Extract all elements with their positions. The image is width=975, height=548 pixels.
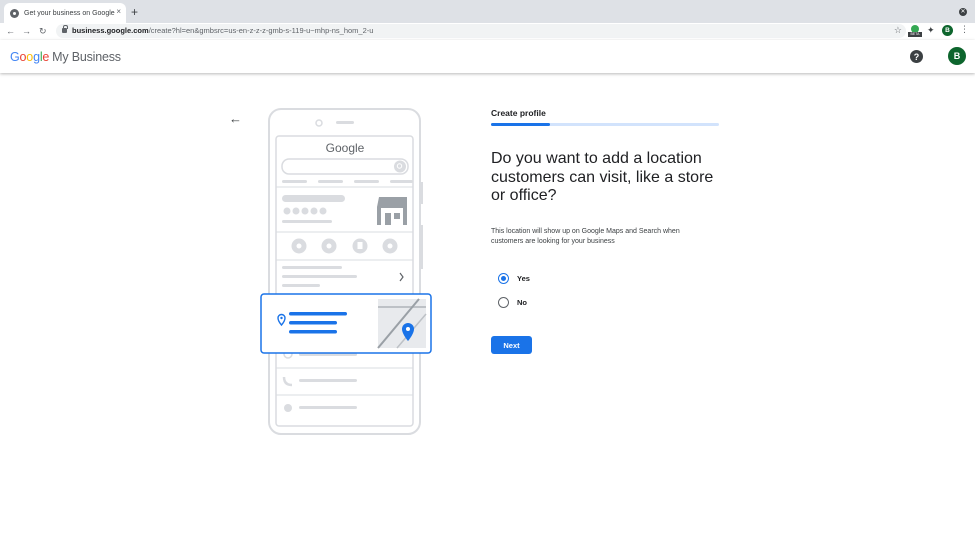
radio-button-yes[interactable]: [498, 273, 509, 284]
progress-bar: [491, 123, 719, 126]
star-icon[interactable]: ☆: [894, 25, 902, 36]
description-text: This location will show up on Google Map…: [491, 228, 680, 245]
close-icon: ✕: [960, 9, 966, 15]
help-icon[interactable]: ?: [910, 50, 923, 63]
tab-close-icon[interactable]: ×: [116, 7, 121, 17]
browser-profile-avatar[interactable]: B: [942, 25, 953, 36]
reload-icon[interactable]: ↻: [39, 25, 47, 37]
tab-title: Get your business on Google: [24, 9, 115, 17]
new-tab-button[interactable]: +: [131, 5, 138, 19]
progress-fill: [491, 123, 551, 126]
radio-label-yes: Yes: [517, 274, 530, 283]
google-my-business-logo[interactable]: Google My Business: [10, 50, 121, 64]
url-path: /create?hl=en&gmbsrc=us-en-z-z-z-gmb-s-1…: [148, 26, 374, 35]
phone-illustration: Google: [260, 108, 432, 435]
window-close-button[interactable]: ✕: [959, 8, 967, 16]
puzzle-icon[interactable]: ✦: [927, 25, 935, 36]
radio-label-no: No: [517, 298, 527, 307]
radio-option-no[interactable]: No: [498, 297, 527, 308]
next-button[interactable]: Next: [491, 336, 532, 354]
extension-icon[interactable]: BETA: [908, 25, 922, 37]
logo-letter: G: [10, 50, 20, 64]
forward-nav-icon[interactable]: →: [22, 25, 31, 37]
product-name: My Business: [52, 50, 121, 64]
logo-letter: g: [33, 50, 40, 64]
address-bar[interactable]: business.google.com/create?hl=en&gmbsrc=…: [56, 24, 906, 38]
tab-strip: Get your business on Google × + ✕: [0, 0, 975, 23]
step-label: Create profile: [491, 108, 546, 118]
browser-tab[interactable]: Get your business on Google ×: [4, 3, 126, 23]
browser-toolbar: ← → ↻ business.google.com/create?hl=en&g…: [0, 23, 975, 39]
lock-icon: [62, 25, 68, 33]
url-host: business.google.com: [72, 26, 149, 35]
globe-icon: [10, 8, 19, 18]
page-title: Do you want to add a location customers …: [491, 150, 714, 204]
back-arrow-icon[interactable]: ←: [229, 112, 242, 126]
radio-option-yes[interactable]: Yes: [498, 273, 530, 284]
logo-letter: e: [42, 50, 50, 64]
phone-google-wordmark: Google: [326, 141, 365, 155]
avatar[interactable]: B: [948, 47, 966, 65]
radio-button-no[interactable]: [498, 297, 509, 308]
app-header: Google My Business ? B: [0, 40, 975, 73]
browser-menu-icon[interactable]: ⋮: [960, 24, 969, 35]
back-nav-icon[interactable]: ←: [6, 25, 15, 37]
url-text: business.google.com/create?hl=en&gmbsrc=…: [72, 26, 373, 35]
extension-badge: BETA: [908, 32, 922, 37]
